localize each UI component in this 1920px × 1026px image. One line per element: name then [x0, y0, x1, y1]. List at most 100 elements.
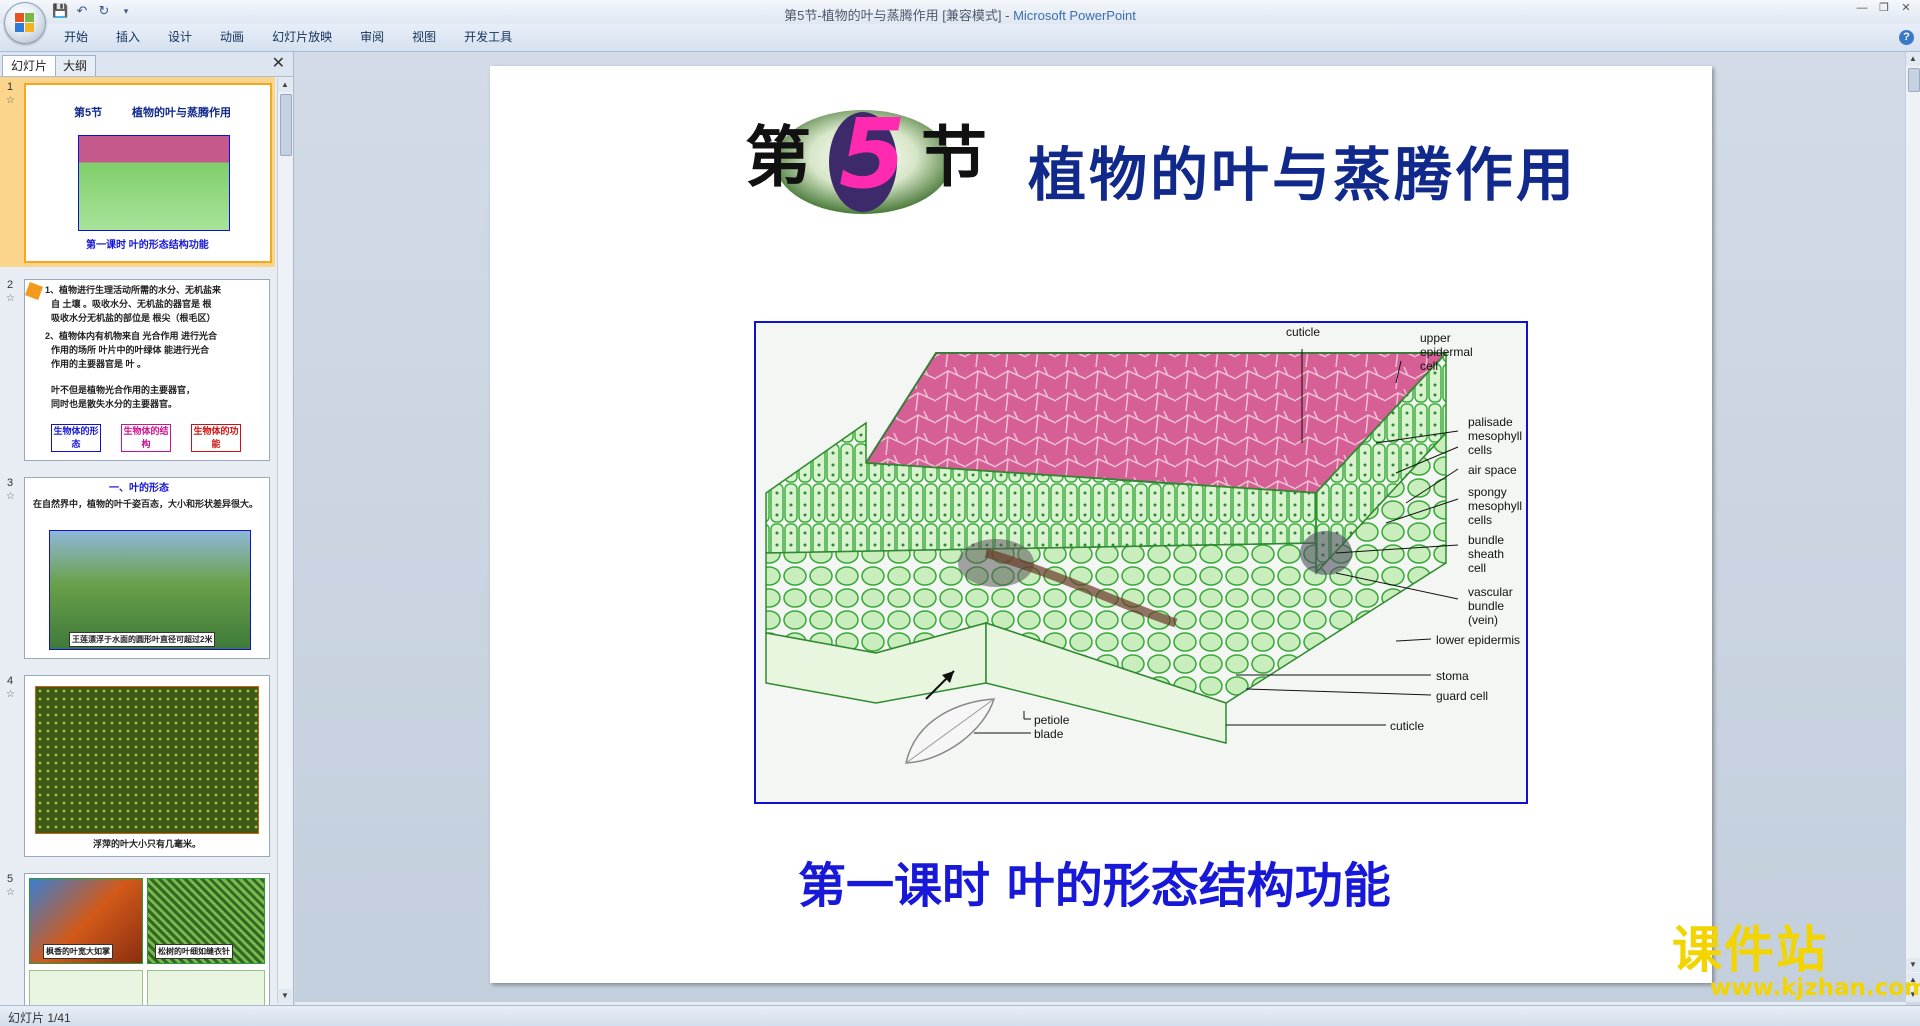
slide-thumbnail-3[interactable]: 3 ☆ 一、叶的形态 在自然界中，植物的叶千姿百态，大小和形状差异很大。 王莲漂…: [0, 473, 275, 663]
thumb-title: 植物的叶与蒸腾作用: [132, 107, 231, 119]
transition-star-icon: ☆: [6, 95, 15, 106]
scroll-down-icon[interactable]: ▼: [278, 989, 292, 1003]
thumb-leaf-photo: [29, 970, 143, 1005]
label-palisade-mesophyll: palisade mesophyll cells: [1468, 415, 1523, 457]
thumbnail-list: 1 ☆ 第5节 植物的叶与蒸腾作用 第一课时 叶的形态结构功能 2 ☆ 1、植物…: [0, 77, 275, 1005]
transition-star-icon: ☆: [6, 689, 15, 700]
restore-icon[interactable]: ❐: [1874, 1, 1894, 15]
thumb-heading: 一、叶的形态: [109, 483, 169, 494]
slide-thumbnail-4[interactable]: 4 ☆ 浮萍的叶大小只有几毫米。: [0, 671, 275, 861]
slide-scrollbar[interactable]: ▲ ▼ ▲ ▼: [1905, 52, 1920, 1002]
tab-outline[interactable]: 大纲: [54, 55, 97, 76]
badge-right-text: 节: [921, 118, 987, 196]
label-upper-epidermal-cell: upper epidermal cell: [1420, 331, 1473, 373]
thumb-caption: 松树的叶细如缝衣针: [155, 944, 233, 959]
thumb-box-function: 生物体的功 能: [191, 424, 241, 452]
slide-heading: 植物的叶与蒸腾作用: [1028, 141, 1578, 209]
thumb-line: 1、植物进行生理活动所需的水分、无机盐来: [45, 285, 222, 295]
label-petiole: petiole: [1034, 713, 1070, 727]
tab-review[interactable]: 审阅: [346, 24, 398, 51]
label-vascular-bundle: vascular bundle (vein): [1468, 585, 1513, 627]
scroll-up-icon[interactable]: ▲: [1906, 52, 1920, 66]
close-pane-icon[interactable]: ✕: [272, 55, 285, 73]
slide-preview: 1、植物进行生理活动所需的水分、无机盐来 自 土壤 。吸收水分、无机盐的器官是 …: [24, 279, 270, 461]
leaf-cross-section-diagram: cuticle upper epidermal cell palisade me…: [754, 321, 1528, 804]
app-name: Microsoft PowerPoint: [1013, 8, 1136, 23]
tab-view[interactable]: 视图: [398, 24, 450, 51]
tab-design[interactable]: 设计: [154, 24, 206, 51]
slide-number: 3: [7, 477, 14, 489]
scroll-thumb[interactable]: [280, 94, 292, 156]
thumbnail-scrollbar[interactable]: ▲ ▼: [277, 78, 292, 1003]
transition-star-icon: ☆: [6, 491, 15, 502]
label-blade: blade: [1034, 727, 1064, 741]
transition-star-icon: ☆: [6, 293, 15, 304]
label-cuticle-top: cuticle: [1286, 325, 1321, 339]
thumb-line: 吸收水分无机盐的部位是 根尖（根毛区）: [51, 313, 216, 323]
slide-preview: 枫香的叶宽大如掌 松树的叶细如缝衣针: [24, 873, 270, 1005]
label-stoma: stoma: [1436, 669, 1469, 683]
pane-tabs: 幻灯片 大纲 ✕: [0, 52, 293, 77]
watermark-main-text: 课件站: [1672, 921, 1828, 979]
slide-number: 2: [7, 279, 14, 291]
close-icon[interactable]: ✕: [1896, 1, 1916, 15]
badge-number: 5: [839, 98, 906, 210]
slide-preview: 一、叶的形态 在自然界中，植物的叶千姿百态，大小和形状差异很大。 王莲漂浮于水面…: [24, 477, 270, 659]
thumb-leaf-image: [78, 135, 230, 231]
slide-preview: 第5节 植物的叶与蒸腾作用 第一课时 叶的形态结构功能: [24, 83, 272, 263]
label-lower-epidermis: lower epidermis: [1436, 633, 1521, 647]
thumb-text: 在自然界中，植物的叶千姿百态，大小和形状差异很大。: [33, 499, 259, 509]
thumb-caption: 浮萍的叶大小只有几毫米。: [93, 839, 202, 849]
tab-slides[interactable]: 幻灯片: [2, 55, 57, 76]
tab-slide-show[interactable]: 幻灯片放映: [258, 24, 346, 51]
watermark-url: www.kjzhan.com: [1710, 975, 1920, 1001]
slide-number: 1: [7, 81, 14, 93]
slide-preview: 浮萍的叶大小只有几毫米。: [24, 675, 270, 857]
minimize-icon[interactable]: —: [1852, 1, 1872, 15]
label-cuticle-bottom: cuticle: [1390, 719, 1425, 733]
label-bundle-sheath-cell: bundle sheath cell: [1468, 533, 1505, 575]
thumb-badge: 第5节: [74, 107, 103, 119]
slide-number: 5: [7, 873, 14, 885]
ribbon: 开始 插入 设计 动画 幻灯片放映 审阅 视图 开发工具 ?: [0, 24, 1920, 52]
tab-animations[interactable]: 动画: [206, 24, 258, 51]
thumb-box-form: 生物体的形 态: [51, 424, 101, 452]
section-badge: 第 5 节: [745, 100, 995, 220]
slide-thumbnail-2[interactable]: 2 ☆ 1、植物进行生理活动所需的水分、无机盐来 自 土壤 。吸收水分、无机盐的…: [0, 275, 275, 465]
tab-developer[interactable]: 开发工具: [450, 24, 526, 51]
thumb-line: 自 土壤 。吸收水分、无机盐的器官是 根: [51, 299, 212, 309]
thumb-leaf-photo: [147, 970, 265, 1005]
thumb-caption: 枫香的叶宽大如掌: [43, 944, 113, 959]
status-bar: 幻灯片 1/41: [0, 1005, 1920, 1026]
transition-star-icon: ☆: [6, 887, 15, 898]
slide-thumbnail-1[interactable]: 1 ☆ 第5节 植物的叶与蒸腾作用 第一课时 叶的形态结构功能: [0, 77, 275, 267]
thumb-duckweed-photo: [35, 686, 259, 834]
office-logo-icon: [15, 13, 35, 33]
slide-thumbnail-5[interactable]: 5 ☆ 枫香的叶宽大如掌 松树的叶细如缝衣针: [0, 869, 275, 1005]
tab-insert[interactable]: 插入: [102, 24, 154, 51]
thumb-line: 作用的主要器官是 叶 。: [51, 359, 147, 369]
ribbon-tabs: 开始 插入 设计 动画 幻灯片放映 审阅 视图 开发工具: [50, 24, 526, 51]
pencil-icon: [25, 282, 43, 300]
scroll-thumb[interactable]: [1908, 68, 1920, 92]
title-bar: 💾 ↶ ↻ ▾ 第5节-植物的叶与蒸腾作用 [兼容模式] - Microsoft…: [0, 0, 1920, 24]
office-button[interactable]: [4, 2, 46, 44]
thumb-line: 同时也是散失水分的主要器官。: [51, 399, 178, 409]
help-icon[interactable]: ?: [1899, 30, 1914, 45]
badge-left-text: 第: [745, 118, 811, 196]
thumb-caption: 王莲漂浮于水面的圆形叶直径可超过2米: [69, 632, 216, 647]
tab-home[interactable]: 开始: [50, 24, 102, 51]
thumb-subtitle: 第一课时 叶的形态结构功能: [86, 240, 209, 251]
site-watermark: 课件站 www.kjzhan.com: [1672, 921, 1920, 1004]
slide-number: 4: [7, 675, 14, 687]
thumb-line: 2、植物体内有机物来自 光合作用 进行光合: [45, 331, 218, 341]
window-controls: — ❐ ✕: [1852, 1, 1916, 15]
thumb-line: 叶不但是植物光合作用的主要器官，: [51, 385, 196, 395]
label-air-space: air space: [1468, 463, 1517, 477]
scroll-down-icon[interactable]: ▼: [1906, 958, 1920, 972]
label-guard-cell: guard cell: [1436, 689, 1489, 703]
scroll-up-icon[interactable]: ▲: [278, 78, 292, 92]
slide-indicator: 幻灯片 1/41: [8, 1011, 71, 1025]
document-title: 第5节-植物的叶与蒸腾作用 [兼容模式]: [784, 8, 1002, 23]
slides-pane: 幻灯片 大纲 ✕ 1 ☆ 第5节 植物的叶与蒸腾作用 第一课时 叶的形态结构功能…: [0, 52, 294, 1005]
